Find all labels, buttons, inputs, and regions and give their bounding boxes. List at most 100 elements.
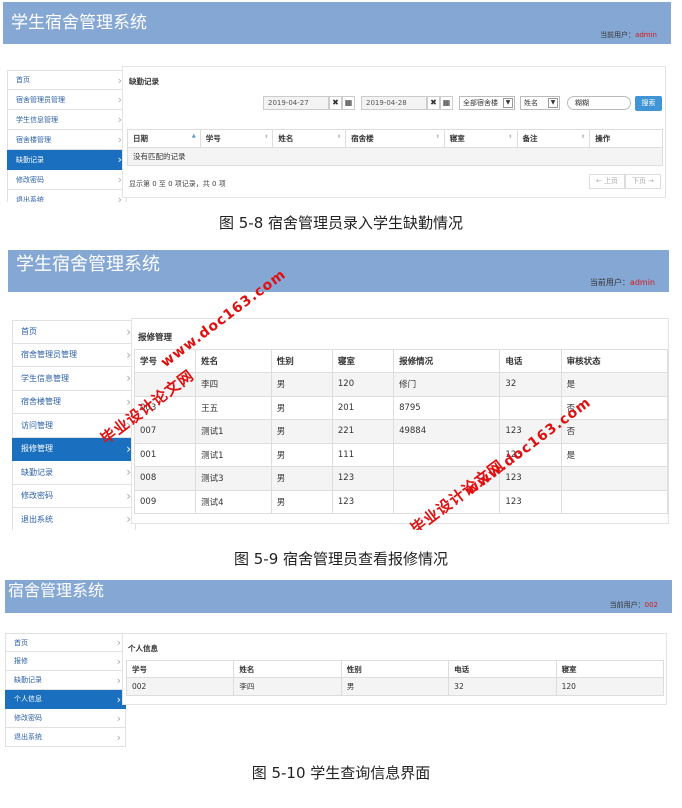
search-input[interactable]: 糊糊 [567, 96, 631, 110]
absence-panel: 缺勤记录 2019-04-27 ✖ ▦ 2019-04-28 ✖ ▦ 全部宿舍楼… [122, 66, 666, 198]
building-select[interactable]: 全部宿舍楼 ▼ [459, 96, 515, 110]
column-header-label: 姓名 [278, 134, 294, 143]
table-cell: 123 [331, 466, 395, 491]
sidebar-item[interactable]: 个人信息 › [5, 690, 126, 709]
table-row: 002 李四男 32 120 [125, 677, 665, 696]
table-header-row: 学号 姓名 性别 寝室 报修情况 电话 审核状态 [133, 349, 669, 373]
sidebar-item[interactable]: 修改密码 › [7, 170, 127, 190]
sidebar-item[interactable]: 首页 › [7, 70, 127, 90]
username[interactable]: 002 [645, 601, 658, 609]
sidebar-item[interactable]: 退出系统 › [7, 190, 127, 202]
sidebar-item-label: 修改密码 [16, 175, 44, 184]
caption-fig-5-8: 图 5-8 宿舍管理员录入学生缺勤情况 [218, 214, 464, 232]
sidebar-item[interactable]: 宿舍管理员管理 › [7, 90, 127, 110]
sidebar-item[interactable]: 退出系统 › [12, 508, 136, 530]
sidebar-item[interactable]: 缺勤记录 › [12, 461, 136, 485]
app-header: 学生宿舍管理系统 当前用户：admin [3, 2, 671, 44]
column-header[interactable]: 日期 ▲ [127, 129, 201, 148]
sidebar-item-label: 首页 [16, 76, 30, 84]
sidebar-item[interactable]: 学生信息管理 › [7, 110, 127, 130]
table-cell: 男 [270, 419, 333, 444]
personal-info-panel: 个人信息 学号 姓名 性别 电话 寝室 002 李四男 32 120 [122, 633, 667, 705]
panel-title: 报修管理 [138, 333, 173, 343]
column-header-label: 电话 [505, 357, 523, 367]
chevron-down-icon: ▼ [548, 98, 558, 108]
username[interactable]: admin [635, 31, 657, 39]
current-user: 当前用户：002 [609, 601, 658, 609]
sort-icon: ⬍ [264, 134, 269, 140]
table-cell: 修门 [393, 372, 501, 397]
sidebar-item-label: 首页 [21, 327, 37, 337]
table-cell: 32 [448, 677, 557, 696]
sidebar: 首页 › 宿舍管理员管理 › 学生信息管理 › 宿舍楼管理 › 缺勤记录 › 修改密码 › 退出系统 › [7, 70, 127, 202]
table-cell: 008 [133, 466, 197, 491]
sidebar-item[interactable]: 退出系统 › [5, 728, 126, 747]
table-row[interactable]: 001 测试1 男 111 123 是 [133, 442, 669, 467]
calendar-from-icon[interactable]: ▦ [342, 96, 355, 110]
column-header-label: 寝室 [337, 357, 355, 367]
table-cell [560, 466, 669, 491]
column-header[interactable]: 宿舍楼 ⬍ [345, 129, 445, 148]
current-user: 当前用户：admin [600, 31, 657, 39]
caption-fig-5-10: 图 5-10 学生查询信息界面 [251, 764, 431, 782]
sidebar-item[interactable]: 学生信息管理 › [12, 367, 136, 391]
chevron-right-icon: › [116, 654, 121, 668]
next-page-button[interactable]: 下页 → [625, 174, 661, 189]
sidebar-item[interactable]: 宿舍楼管理 › [7, 130, 127, 150]
table-cell: 李四 [233, 677, 342, 696]
table-cell [560, 489, 669, 514]
clear-date-to-icon[interactable]: ✖ [427, 96, 440, 110]
table-cell: 002 [125, 677, 235, 696]
app-title: 宿舍管理系统 [8, 581, 105, 600]
table-header-row: 日期 ▲ 学号 ⬍ 姓名 ⬍ 宿舍楼 ⬍ 寝室 ⬍ 备注 ⬍ 操作 [127, 129, 663, 148]
sidebar-item-label: 宿舍管理员管理 [16, 95, 65, 104]
sidebar-item-label: 报修管理 [21, 444, 53, 454]
column-header-label: 审核状态 [566, 357, 601, 367]
search-button[interactable]: 搜索 [635, 96, 662, 111]
sidebar-item[interactable]: 缺勤记录 › [7, 150, 127, 170]
column-header[interactable]: 备注 ⬍ [516, 129, 591, 148]
sidebar-item-label: 修改密码 [21, 491, 53, 501]
sidebar-item-label: 访问管理 [21, 420, 53, 430]
username[interactable]: admin [630, 278, 655, 287]
sidebar-item-label: 退出系统 [21, 514, 53, 524]
clear-date-from-icon[interactable]: ✖ [329, 96, 342, 110]
field-select[interactable]: 姓名 ▼ [520, 96, 560, 110]
empty-message: 没有匹配的记录 [127, 147, 663, 166]
column-header-label: 姓名 [201, 357, 219, 367]
prev-page-button[interactable]: ← 上页 [589, 174, 625, 189]
sidebar-item-label: 首页 [14, 638, 28, 647]
column-header-label: 寝室 [561, 664, 577, 674]
column-header: 电话 [499, 349, 562, 373]
table-row[interactable]: 008 测试3 男 123 123 [133, 466, 669, 491]
date-from-input[interactable]: 2019-04-27 [263, 96, 329, 110]
column-header[interactable]: 姓名 ⬍ [272, 129, 347, 148]
table-row[interactable]: 007 测试1 男 221 49884 123 否 [133, 419, 669, 444]
table-cell: 男 [270, 442, 333, 467]
calendar-to-icon[interactable]: ▦ [440, 96, 453, 110]
sidebar-item[interactable]: 修改密码 › [12, 484, 136, 508]
column-header-label: 性别 [276, 357, 294, 367]
sidebar-item[interactable]: 首页 › [12, 320, 136, 344]
table-row[interactable]: 009 测试4 男 123 123 [133, 489, 669, 514]
table-row[interactable]: 李四男 120 修门 32 是 [133, 372, 669, 397]
sidebar-item-label: 退出系统 [16, 195, 44, 203]
sidebar-item[interactable]: 宿舍楼管理 › [12, 390, 136, 414]
sidebar-item-label: 个人信息 [14, 695, 42, 703]
sidebar-item[interactable]: 宿舍管理员管理 › [12, 343, 136, 367]
column-header[interactable]: 学号 ⬍ [199, 129, 274, 148]
sidebar-item[interactable]: 缺勤记录 › [5, 671, 126, 690]
sidebar-item[interactable]: 报修 › [5, 652, 126, 671]
table-cell: 49884 [393, 419, 501, 444]
sidebar-item-label: 宿舍管理员管理 [21, 350, 77, 360]
chevron-right-icon: › [116, 711, 121, 725]
sidebar-item[interactable]: 修改密码 › [5, 709, 126, 728]
date-to-input[interactable]: 2019-04-28 [361, 96, 427, 110]
column-header-label: 电话 [454, 664, 470, 674]
column-header[interactable]: 寝室 ⬍ [443, 129, 518, 148]
column-header[interactable]: 操作 [589, 129, 663, 148]
sidebar-item[interactable]: 首页 › [5, 633, 126, 652]
table-cell: 男 [270, 372, 333, 397]
chevron-down-icon: ▼ [503, 98, 513, 108]
sort-icon: ⬍ [581, 134, 586, 140]
